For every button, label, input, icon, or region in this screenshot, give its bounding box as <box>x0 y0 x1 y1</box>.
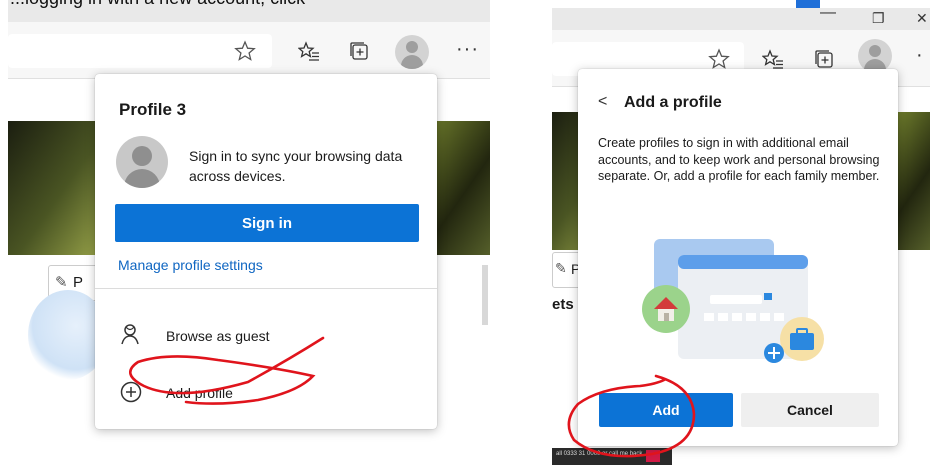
profile-avatar-large <box>116 136 168 188</box>
work-profile-illustration <box>780 317 824 361</box>
tab-label-fragment: P <box>73 274 84 291</box>
favorites-list-icon[interactable] <box>762 48 784 70</box>
profiles-illustration <box>642 239 824 363</box>
minimize-icon[interactable]: — <box>820 4 836 22</box>
title-bar: — ❐ ✕ <box>552 4 930 30</box>
edit-pencil-icon: ✎ <box>55 274 68 291</box>
add-plus-illustration <box>764 343 784 363</box>
browser-toolbar: ··· <box>8 22 490 79</box>
profile-avatar-button[interactable] <box>858 39 892 73</box>
annotation-circle-left <box>129 336 325 405</box>
dialog-description: Create profiles to sign in with addition… <box>598 136 880 183</box>
more-options-icon[interactable]: · <box>916 44 923 67</box>
home-profile-illustration <box>642 285 690 333</box>
collections-icon[interactable] <box>348 40 370 62</box>
dialog-title: Add a profile <box>624 94 722 111</box>
favorites-list-icon[interactable] <box>298 40 320 62</box>
back-button[interactable]: < <box>598 93 607 111</box>
blue-corner-accent <box>796 0 820 8</box>
right-screenshot: — ❐ ✕ · ✎ P ets all 0333 31 0000 or call… <box>552 0 930 465</box>
edit-pencil-icon: ✎ <box>555 260 567 276</box>
more-options-icon[interactable]: ··· <box>456 38 479 61</box>
sign-in-button[interactable]: Sign in <box>115 204 419 242</box>
menu-divider <box>95 288 437 289</box>
left-screenshot: ··· ✎ P Profile 3 Sign in to sync your b… <box>8 0 490 465</box>
restore-icon[interactable]: ❐ <box>872 10 885 27</box>
address-bar[interactable] <box>8 34 272 68</box>
close-icon[interactable]: ✕ <box>916 10 928 27</box>
collections-icon[interactable] <box>813 48 835 70</box>
profile-name: Profile 3 <box>119 100 187 119</box>
cancel-button[interactable]: Cancel <box>741 393 879 427</box>
caption-text: ...logging in with a new account, click <box>10 0 305 9</box>
page-scrollbar[interactable] <box>482 265 488 325</box>
manage-profile-settings-link[interactable]: Manage profile settings <box>118 257 263 273</box>
profile-avatar-button[interactable] <box>395 35 429 69</box>
background-heading-fragment: ets <box>552 296 574 313</box>
favorite-star-icon[interactable] <box>708 48 730 70</box>
annotation-circle-right <box>567 374 696 458</box>
sync-message: Sign in to sync your browsing data acros… <box>189 148 403 184</box>
favorite-star-icon[interactable] <box>234 40 256 62</box>
